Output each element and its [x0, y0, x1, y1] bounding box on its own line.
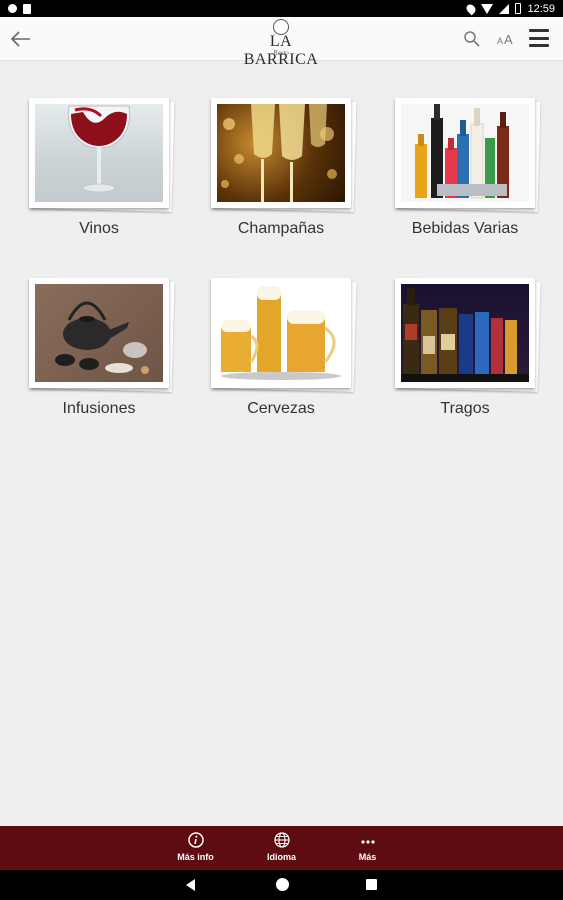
- champagne-glasses-image: [217, 104, 345, 202]
- battery-icon: [515, 3, 522, 14]
- category-label: Infusiones: [62, 400, 136, 417]
- search-button[interactable]: [463, 30, 481, 48]
- category-photo: [211, 278, 357, 392]
- font-size-icon: A A: [497, 32, 513, 47]
- system-back-icon[interactable]: [186, 879, 195, 891]
- nav-idioma[interactable]: Idioma: [258, 832, 306, 870]
- location-icon: [465, 2, 478, 15]
- status-left: [8, 3, 31, 14]
- svg-text:A: A: [497, 36, 503, 46]
- nav-label: Más: [358, 852, 377, 862]
- settings-notification-icon: [8, 4, 17, 13]
- category-photo: [29, 278, 175, 392]
- category-photo: [29, 98, 175, 212]
- back-button[interactable]: [8, 27, 34, 51]
- category-photo: [211, 98, 357, 212]
- more-icon: [360, 840, 375, 844]
- liquor-shelf-image: [401, 284, 529, 382]
- category-label: Vinos: [79, 220, 119, 237]
- category-label: Bebidas Varias: [411, 220, 519, 237]
- category-tile-vinos[interactable]: Vinos: [29, 98, 179, 248]
- logo-subtitle: Resto: [273, 49, 289, 57]
- menu-icon-bar: [529, 29, 549, 32]
- nav-mas-info[interactable]: Más info: [172, 832, 220, 870]
- clipboard-notification-icon: [23, 3, 31, 14]
- status-bar: 12:59: [0, 0, 563, 17]
- assorted-bottles-image: [401, 104, 529, 202]
- status-time: 12:59: [527, 2, 555, 15]
- wifi-icon: [481, 3, 494, 14]
- beer-mugs-image: [217, 284, 345, 382]
- arrow-left-icon: [10, 31, 30, 47]
- nav-label: Más info: [177, 852, 214, 862]
- nav-label: Idioma: [266, 852, 296, 862]
- category-label: Champañas: [237, 220, 325, 237]
- category-tile-tragos[interactable]: Tragos: [395, 278, 545, 428]
- teapot-image: [35, 284, 163, 382]
- category-tile-bebidas-varias[interactable]: Bebidas Varias: [395, 98, 545, 248]
- category-label: Tragos: [440, 400, 490, 417]
- font-size-button[interactable]: A A: [496, 30, 518, 48]
- app-bar: LA BARRICA Resto A A: [0, 17, 563, 68]
- system-navigation-bar: [0, 870, 563, 900]
- search-icon: [464, 31, 480, 47]
- category-tile-infusiones[interactable]: Infusiones: [29, 278, 179, 428]
- menu-button[interactable]: [529, 29, 549, 47]
- bottom-navigation: Más info Idioma Más: [0, 826, 563, 870]
- category-tile-cervezas[interactable]: Cervezas: [211, 278, 361, 428]
- menu-icon-bar: [529, 36, 549, 40]
- category-tile-champanas[interactable]: Champañas: [211, 98, 361, 248]
- info-icon: [187, 832, 204, 848]
- status-right: 12:59: [465, 2, 555, 15]
- menu-icon-bar: [529, 44, 549, 47]
- nav-mas[interactable]: Más: [344, 832, 392, 870]
- wine-glass-image: [35, 104, 163, 202]
- signal-icon: [499, 3, 510, 14]
- globe-icon: [273, 832, 290, 848]
- category-label: Cervezas: [247, 400, 315, 417]
- system-home-icon[interactable]: [276, 878, 289, 891]
- system-recents-icon[interactable]: [366, 879, 377, 890]
- brand-logo: LA BARRICA Resto: [231, 17, 331, 68]
- svg-text:A: A: [504, 32, 513, 47]
- category-photo: [395, 278, 541, 392]
- category-photo: [395, 98, 541, 212]
